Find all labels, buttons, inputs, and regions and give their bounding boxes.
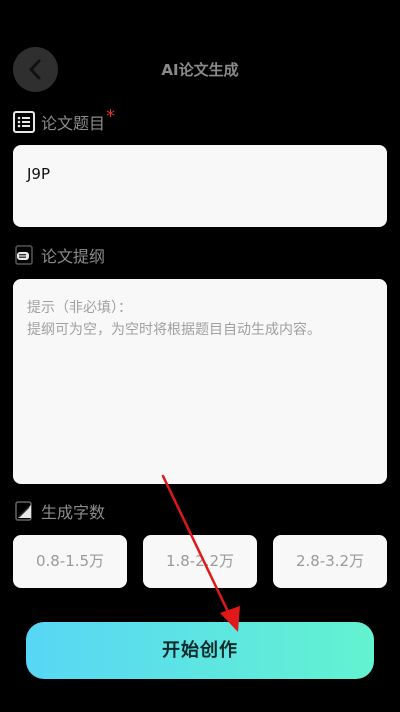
outline-label: 论文提纲: [13, 243, 105, 267]
word-count-label: 生成字数: [13, 499, 105, 523]
placeholder-line-1: 提示（非必填）：: [27, 300, 132, 316]
outline-placeholder: 提示（非必填）： 提纲可为空，为空时将根据题目自动生成内容。: [27, 297, 321, 341]
word-count-option-1[interactable]: 0.8-1.5万: [13, 535, 127, 588]
topic-value: J9P: [27, 165, 51, 183]
page-title: AI论文生成: [161, 61, 239, 79]
start-creation-button[interactable]: 开始创作: [26, 622, 374, 679]
topic-input[interactable]: J9P: [13, 145, 387, 227]
word-count-label-text: 生成字数: [41, 503, 106, 522]
list-icon: [13, 111, 35, 133]
notes-icon: [13, 244, 35, 266]
edit-doc-icon: [13, 500, 35, 522]
topic-label: 论文题目 *: [13, 106, 115, 134]
outline-label-text: 论文提纲: [41, 247, 106, 266]
word-count-option-2[interactable]: 1.8-2.2万: [143, 535, 257, 588]
topic-label-text: 论文题目: [41, 114, 106, 133]
required-mark: *: [106, 105, 116, 127]
outline-textarea[interactable]: 提示（非必填）： 提纲可为空，为空时将根据题目自动生成内容。: [13, 279, 387, 484]
word-count-option-3[interactable]: 2.8-3.2万: [273, 535, 387, 588]
placeholder-line-2: 提纲可为空，为空时将根据题目自动生成内容。: [27, 322, 321, 338]
